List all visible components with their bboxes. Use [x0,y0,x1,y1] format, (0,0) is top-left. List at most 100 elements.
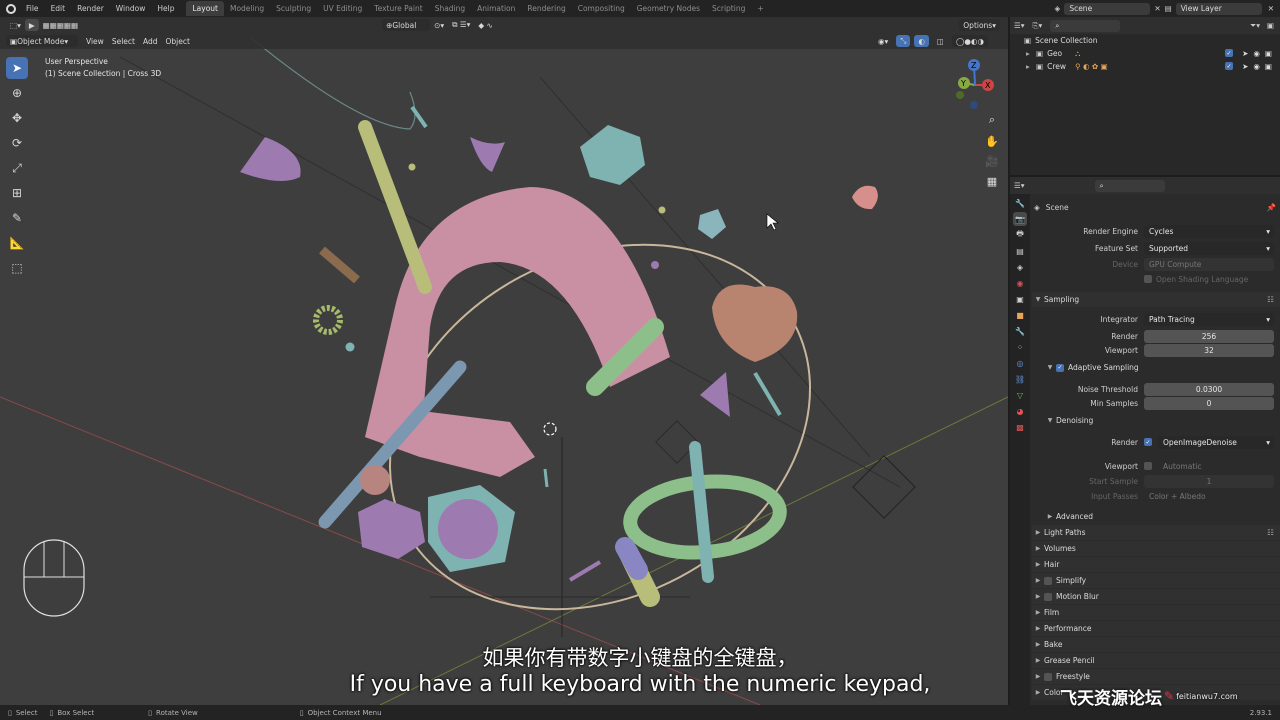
include-checkbox[interactable]: ✓ [1225,62,1234,70]
options-dropdown[interactable]: Options ▾ [959,19,1000,31]
output-tab-icon[interactable]: 🖶 [1013,228,1027,242]
adaptive-sampling-checkbox[interactable]: ✓ [1056,363,1064,372]
simplify-checkbox[interactable] [1044,576,1052,585]
advanced-header[interactable]: ▶ Advanced [1032,509,1280,524]
close-icon[interactable]: ✕ [1268,4,1274,13]
motion-blur-checkbox[interactable] [1044,592,1052,601]
view-layer-selector[interactable]: View Layer [1175,2,1262,15]
properties-search-input[interactable]: ⌕ [1094,179,1165,192]
measure-tool-icon[interactable]: 📐 [6,232,28,254]
denoise-render-checkbox[interactable]: ✓ [1144,438,1152,446]
tab-scripting[interactable]: Scripting [706,1,751,16]
min-samples-field[interactable]: 0 [1144,396,1274,410]
move-tool-icon[interactable]: ✥ [6,107,28,129]
scene-tab-icon[interactable]: ◈ [1013,260,1027,274]
outliner-row-crew[interactable]: ▸ ▣ Crew ⚲ ◐ ✿ ▣ ✓ ➤ ◉ ▣ [1010,60,1280,73]
visibility-icon[interactable]: ◉▾ [874,35,892,47]
gizmo-toggle-icon[interactable]: ⤡ [896,35,911,47]
tab-texture-paint[interactable]: Texture Paint [368,1,428,16]
mode-dropdown[interactable]: ▣ Object Mode ▾ [6,35,78,47]
constraints-tab-icon[interactable]: ⛓ [1013,372,1027,386]
presets-icon[interactable]: ☷ [1267,295,1274,304]
denoiser-dropdown[interactable]: OpenImageDenoise ▾ [1158,435,1274,449]
menu-object[interactable]: Object [161,35,193,47]
overlay-toggle-icon[interactable]: ◐ [914,35,929,47]
sampling-panel-header[interactable]: ▼ Sampling ☷ [1032,292,1280,307]
performance-header[interactable]: ▶ Performance [1032,621,1280,636]
denoising-header[interactable]: ▼ Denoising [1032,413,1280,428]
3d-viewport[interactable]: ⬚▾ ▶ ▦▦▦▦▦ ⊕ Global ⊙▾ ⧉ ☰▾ ◆ ∿ Options … [0,17,1008,705]
film-header[interactable]: ▶ Film [1032,605,1280,620]
world-tab-icon[interactable]: ◉ [1013,276,1027,290]
integrator-dropdown[interactable]: Path Tracing ▾ [1144,312,1274,326]
data-tab-icon[interactable]: ▽ [1013,388,1027,402]
menu-view[interactable]: View [82,35,108,47]
select-arrow-icon[interactable]: ➤ [1242,49,1248,58]
tab-animation[interactable]: Animation [471,1,521,16]
volumes-header[interactable]: ▶ Volumes [1032,541,1280,556]
proportional-edit-icon[interactable]: ◆ ∿ [474,19,496,31]
expand-arrow-icon[interactable]: ▸ [1026,62,1036,71]
osl-checkbox[interactable] [1144,275,1152,283]
expand-arrow-icon[interactable]: ▸ [1026,49,1036,58]
scale-tool-icon[interactable]: ⤢ [6,157,28,179]
zoom-icon[interactable]: ⌕ [982,110,1002,130]
add-workspace-button[interactable]: + [751,1,769,16]
xray-icon[interactable]: ◫ [933,35,948,47]
menu-render[interactable]: Render [71,4,110,13]
pin-icon[interactable]: 📌 [1267,203,1276,212]
light-paths-header[interactable]: ▶ Light Paths ☷ [1032,525,1280,540]
selection-modes-icon[interactable]: ▦▦▦▦▦ [39,19,82,31]
noise-threshold-field[interactable]: 0.0300 [1144,382,1274,396]
menu-add[interactable]: Add [139,35,162,47]
denoise-viewport-checkbox[interactable] [1144,462,1152,470]
simplify-header[interactable]: ▶ Simplify [1032,573,1280,588]
add-cube-tool-icon[interactable]: ⬚ [6,257,28,279]
close-icon[interactable]: ✕ [1154,4,1160,13]
tool-tab-icon[interactable]: 🔧 [1013,196,1027,210]
cursor-tool-icon[interactable]: ⊕ [6,82,28,104]
include-checkbox[interactable]: ✓ [1225,49,1234,57]
tab-uv-editing[interactable]: UV Editing [317,1,368,16]
select-arrow-icon[interactable]: ➤ [1242,62,1248,71]
scene-collection-row[interactable]: ▣ Scene Collection [1010,34,1280,47]
texture-tab-icon[interactable]: ▩ [1013,420,1027,434]
menu-file[interactable]: File [20,4,45,13]
render-samples-field[interactable]: 256 [1144,329,1274,343]
render-tab-icon[interactable]: 📷 [1013,212,1027,226]
tab-geometry-nodes[interactable]: Geometry Nodes [631,1,706,16]
select-mode-icon[interactable]: ▶ [24,19,39,31]
annotate-tool-icon[interactable]: ✎ [6,207,28,229]
tab-rendering[interactable]: Rendering [521,1,571,16]
pivot-icon[interactable]: ⊙▾ [430,19,448,31]
render-engine-dropdown[interactable]: Cycles ▾ [1144,224,1274,238]
menu-window[interactable]: Window [110,4,152,13]
properties-type-icon[interactable]: ☰▾ [1014,181,1025,190]
transform-tool-icon[interactable]: ⊞ [6,182,28,204]
outliner-row-geo[interactable]: ▸ ▣ Geo ⛬ ✓ ➤ ◉ ▣ [1010,47,1280,60]
menu-help[interactable]: Help [151,4,180,13]
camera-render-icon[interactable]: ▣ [1265,49,1272,58]
outliner-type-icon[interactable]: ☰▾ [1014,21,1025,30]
tab-shading[interactable]: Shading [429,1,471,16]
adaptive-sampling-header[interactable]: ▼ ✓ Adaptive Sampling [1032,360,1280,375]
display-mode-icon[interactable]: ⎘▾ [1033,21,1043,31]
new-collection-icon[interactable]: ▣ [1267,21,1274,30]
pan-hand-icon[interactable]: ✋ [982,131,1002,151]
hair-header[interactable]: ▶ Hair [1032,557,1280,572]
editor-type-icon[interactable]: ⬚▾ [6,19,25,31]
material-tab-icon[interactable]: ◕ [1013,404,1027,418]
viewport-samples-field[interactable]: 32 [1144,343,1274,357]
orientation-dropdown[interactable]: ⊕ Global [382,19,431,31]
physics-tab-icon[interactable]: ◎ [1013,356,1027,370]
menu-edit[interactable]: Edit [45,4,72,13]
tab-layout[interactable]: Layout [186,1,224,16]
filter-icon[interactable]: ⏷▾ [1250,21,1260,31]
particles-tab-icon[interactable]: ⁘ [1013,340,1027,354]
snap-icon[interactable]: ⧉ ☰▾ [448,19,474,31]
tab-compositing[interactable]: Compositing [572,1,631,16]
view-layer-tab-icon[interactable]: ▤ [1013,244,1027,258]
object-tab-icon[interactable]: ■ [1013,308,1027,322]
scene-selector[interactable]: Scene [1064,2,1151,15]
eye-icon[interactable]: ◉ [1253,62,1260,71]
